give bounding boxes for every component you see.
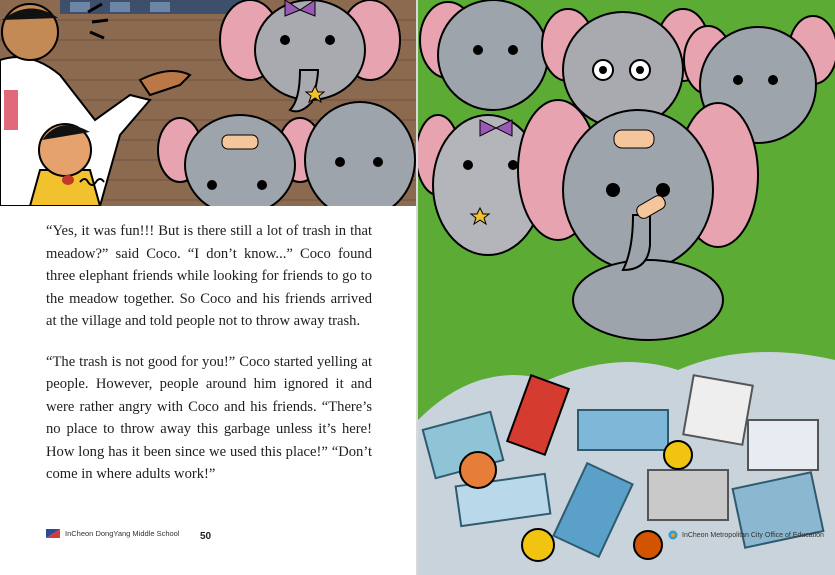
footer-office: InCheon Metropolitan City Office of Educ…	[668, 530, 824, 540]
school-name: InCheon DongYang Middle School	[65, 529, 180, 538]
page-number-left: 50	[200, 531, 212, 542]
footer-school: InCheon DongYang Middle School	[46, 529, 180, 538]
trash-pile	[418, 352, 835, 575]
right-page: 51	[418, 0, 835, 575]
elephant-gray	[304, 101, 416, 206]
office-name: InCheon Metropolitan City Office of Educ…	[682, 531, 824, 539]
story-text: “Yes, it was fun!!! But is there still a…	[46, 220, 372, 504]
school-logo-icon	[46, 529, 60, 538]
meadow-illustration	[418, 0, 835, 575]
village-illustration	[0, 0, 416, 206]
paragraph-1: “Yes, it was fun!!! But is there still a…	[46, 223, 372, 329]
office-logo-icon	[668, 530, 678, 540]
paragraph-2: “The trash is not good for you!” Coco st…	[46, 353, 372, 483]
left-page: “Yes, it was fun!!! But is there still a…	[0, 0, 416, 575]
